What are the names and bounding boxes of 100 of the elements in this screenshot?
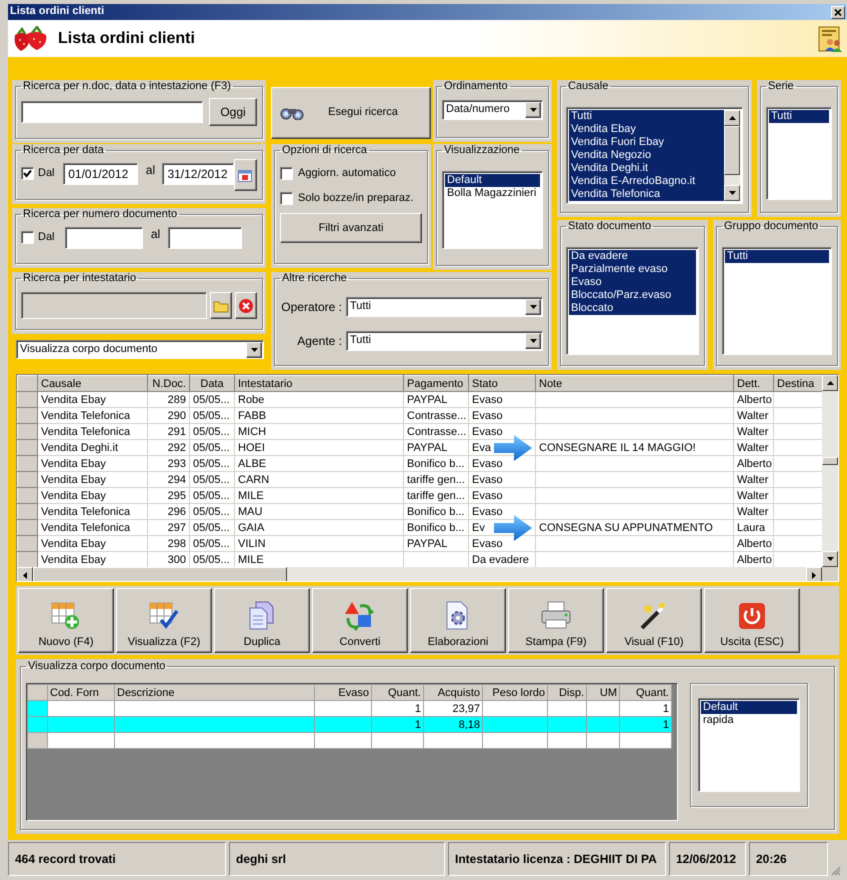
toolbar-button[interactable]: Duplica <box>214 588 310 653</box>
search-button[interactable]: Esegui ricerca <box>271 87 431 139</box>
row-header[interactable] <box>28 700 48 716</box>
checkbox[interactable] <box>21 231 34 244</box>
list-item[interactable]: Vendita Negozio <box>569 149 724 162</box>
dropdown[interactable]: Tutti <box>346 331 543 351</box>
table-cell <box>482 716 548 732</box>
list-item[interactable]: Da evadere <box>569 250 696 263</box>
scrollbar-thumb[interactable] <box>822 457 838 465</box>
table-cell: 05/05... <box>190 472 234 488</box>
date-field[interactable]: 31/12/2012 <box>162 163 234 185</box>
calendar-button[interactable] <box>234 159 257 191</box>
view-select[interactable]: Visualizza corpo documento <box>16 340 264 359</box>
list-item[interactable]: Tutti <box>769 110 829 123</box>
column-header[interactable]: Pagamento <box>404 376 468 392</box>
column-header[interactable]: Descrizione <box>114 684 314 700</box>
list-item[interactable]: Tutti <box>725 250 829 263</box>
shapes-arrows-icon <box>344 600 376 632</box>
column-header[interactable]: Disp. <box>548 684 586 700</box>
date-field[interactable]: 01/01/2012 <box>63 163 138 185</box>
column-header[interactable]: Intestatario <box>234 376 404 392</box>
table-cell <box>586 732 620 748</box>
advanced-filters-button[interactable]: Filtri avanzati <box>280 213 422 244</box>
date-field[interactable] <box>168 227 242 249</box>
table-cell: Walter <box>734 488 774 504</box>
table-cell: Vendita Ebay <box>38 456 148 472</box>
table-cell: 297 <box>148 520 190 536</box>
list-item[interactable]: Vendita Ebay <box>569 123 724 136</box>
list-item[interactable]: Tutti <box>569 110 724 123</box>
table-cell: Evaso <box>468 456 536 472</box>
list-item[interactable]: Default <box>445 174 540 187</box>
scrollbar[interactable] <box>17 567 838 581</box>
column-header[interactable]: Evaso <box>314 684 372 700</box>
date-field[interactable] <box>65 227 143 249</box>
group-label: Serie <box>767 81 795 92</box>
list-item[interactable]: Bloccato/Parz.evaso <box>569 289 696 302</box>
table-cell: Evaso <box>468 488 536 504</box>
table-cell: Vendita Telefonica <box>38 424 148 440</box>
toolbar-button[interactable]: Uscita (ESC) <box>704 588 800 653</box>
column-header[interactable]: Peso lordo <box>482 684 548 700</box>
column-header[interactable]: Acquisto <box>424 684 482 700</box>
table-cell: CONSEGNA SU APPUNATMENTO <box>536 520 734 536</box>
column-header[interactable]: Cod. Forn <box>48 684 114 700</box>
column-header[interactable]: Stato <box>468 376 536 392</box>
column-header[interactable]: Causale <box>38 376 148 392</box>
table-cell: Walter <box>734 408 774 424</box>
checkbox[interactable] <box>280 192 293 206</box>
toolbar-button[interactable]: Stampa (F9) <box>508 588 604 653</box>
column-header[interactable]: N.Doc. <box>148 376 190 392</box>
today-button[interactable]: Oggi <box>209 98 257 126</box>
checkbox[interactable] <box>21 167 34 180</box>
scrollbar[interactable] <box>724 110 740 201</box>
close-icon <box>834 8 842 16</box>
checkbox[interactable] <box>280 167 293 180</box>
table-cell: tariffe gen... <box>404 472 468 488</box>
column-header[interactable]: Data <box>190 376 234 392</box>
scrollbar[interactable] <box>822 375 838 567</box>
caret-down-icon <box>250 346 258 352</box>
browse-button[interactable] <box>210 292 232 319</box>
column-header[interactable]: Quant. <box>620 684 672 700</box>
scrollbar-thumb[interactable] <box>33 567 287 581</box>
status-text: 12/06/2012 <box>669 842 746 876</box>
toolbar-button[interactable]: Visual (F10) <box>606 588 702 653</box>
list-item[interactable]: Vendita Deghi.it <box>569 162 724 175</box>
column-header[interactable]: UM <box>586 684 620 700</box>
toolbar-button[interactable]: Visualizza (F2) <box>116 588 212 653</box>
list-item[interactable]: Vendita Telefonica <box>569 188 724 201</box>
table-cell <box>424 732 482 748</box>
list-item[interactable]: Default <box>701 701 797 714</box>
list-item[interactable]: Vendita Fuori Ebay <box>569 136 724 149</box>
list-item[interactable]: Bolla Magazzinieri <box>445 187 540 200</box>
clear-button[interactable] <box>235 292 257 319</box>
list-item[interactable]: Bloccato <box>569 302 696 315</box>
row-header[interactable] <box>28 716 48 732</box>
list-item[interactable]: Vendita E-ArredoBagno.it <box>569 175 724 188</box>
dropdown[interactable]: Tutti <box>346 297 543 317</box>
list-item[interactable]: Parzialmente evaso <box>569 263 696 276</box>
search-field[interactable] <box>21 101 203 123</box>
column-header[interactable]: Destina <box>774 376 822 392</box>
group-label: Ricerca per intestatario <box>22 273 138 284</box>
sort-select[interactable]: Data/numero <box>442 100 543 120</box>
table-cell <box>620 732 672 748</box>
column-header[interactable]: Dett. <box>734 376 774 392</box>
caret-down-icon <box>826 556 834 562</box>
list-item[interactable]: Evaso <box>569 276 696 289</box>
group-label: Causale <box>567 81 610 92</box>
table-cell: 05/05... <box>190 440 234 456</box>
toolbar-button[interactable]: Nuovo (F4) <box>18 588 114 653</box>
table-cell: ALBE <box>234 456 404 472</box>
table-cell: Evaso <box>468 472 536 488</box>
table-cell: MAU <box>234 504 404 520</box>
column-header[interactable]: Note <box>536 376 734 392</box>
toolbar-button[interactable]: Elaborazioni <box>410 588 506 653</box>
column-header[interactable]: Quant. <box>372 684 424 700</box>
holder-field[interactable] <box>21 292 207 319</box>
table-cell: Evaso <box>468 408 536 424</box>
list-item[interactable]: rapida <box>701 714 797 727</box>
table-cell: Vendita Ebay <box>38 472 148 488</box>
close-button[interactable] <box>831 6 845 18</box>
toolbar-button[interactable]: Converti <box>312 588 408 653</box>
